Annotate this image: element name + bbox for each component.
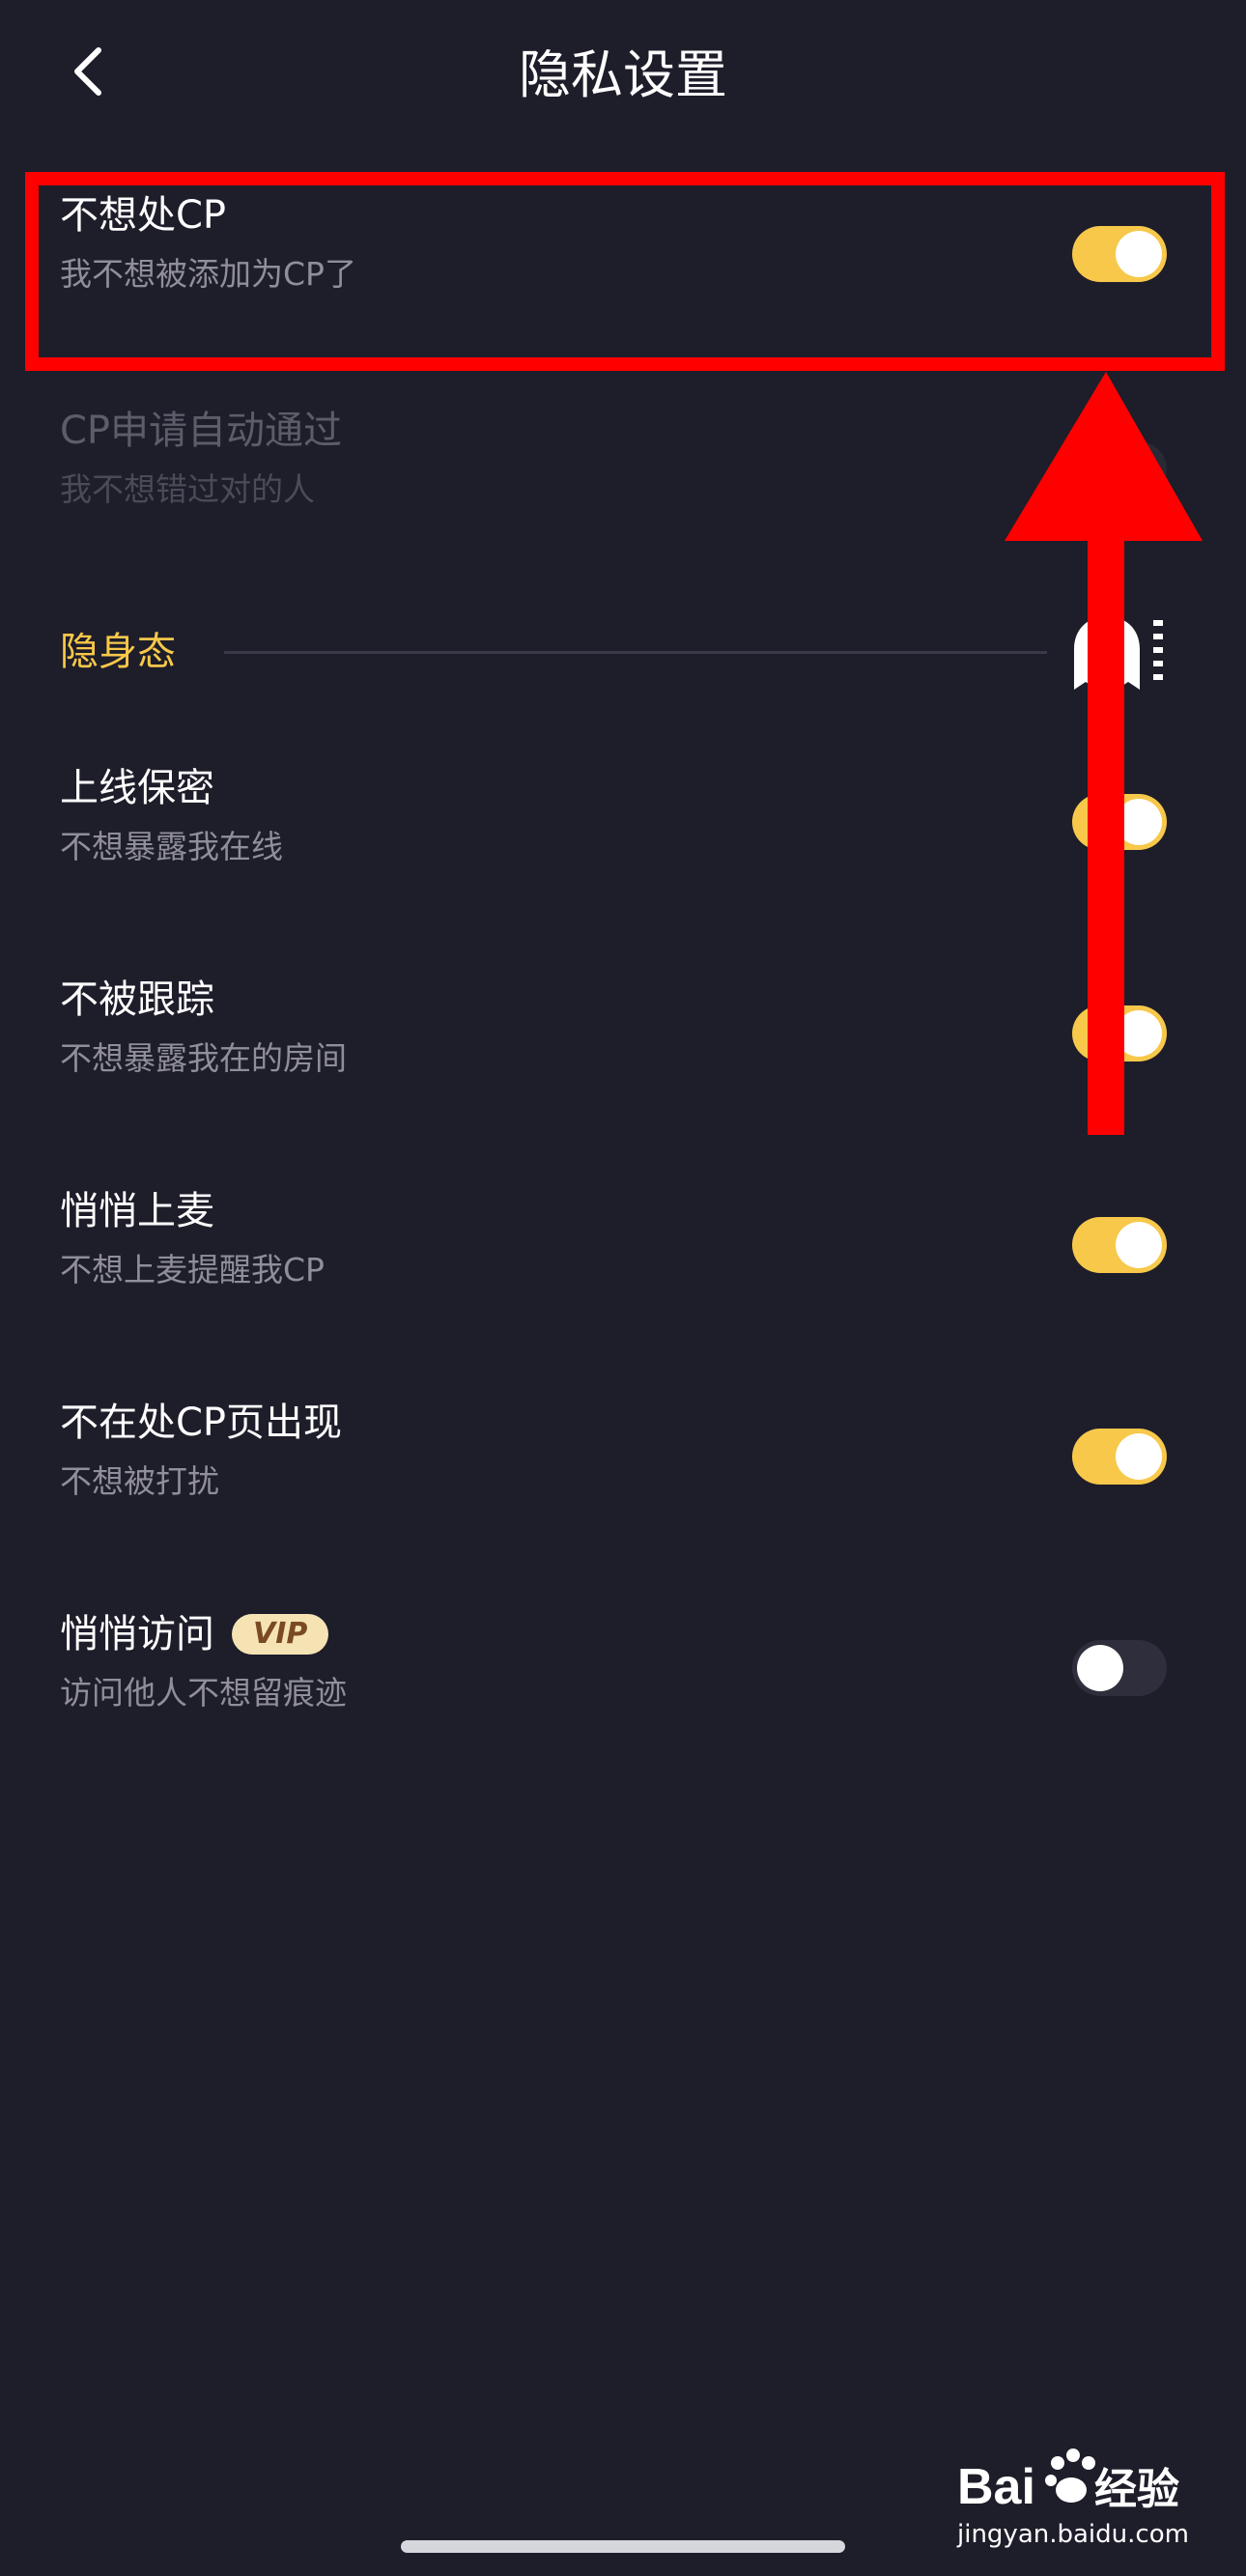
setting-title: 悄悄访问 (60, 1612, 214, 1656)
quiet-mic-toggle[interactable] (1072, 1217, 1167, 1273)
setting-subtitle: 访问他人不想留痕迹 (60, 1674, 347, 1712)
setting-row-quiet-mic: 悄悄上麦 不想上麦提醒我CP (0, 1184, 1246, 1358)
quiet-visit-toggle[interactable] (1072, 1640, 1167, 1696)
home-indicator[interactable] (401, 2540, 845, 2553)
setting-row-hide-from-cp-page: 不在处CP页出现 不想被打扰 (0, 1396, 1246, 1570)
setting-title-wrap: 悄悄访问 VIP (60, 1607, 329, 1661)
setting-title: 不被跟踪 (60, 977, 214, 1022)
setting-title: 悄悄上麦 (60, 1189, 214, 1233)
watermark-brand-suffix: 经验 (1094, 2465, 1179, 2514)
hide-from-cp-page-toggle[interactable] (1072, 1429, 1167, 1485)
setting-row-quiet-visit: 悄悄访问 VIP 访问他人不想留痕迹 (0, 1607, 1246, 1781)
paw-icon (1045, 2449, 1095, 2503)
watermark-brand: Bai (957, 2459, 1035, 2515)
annotation-highlight-box (25, 172, 1225, 371)
toggle-knob (1116, 1433, 1162, 1480)
setting-subtitle: 不想被打扰 (60, 1462, 219, 1500)
setting-subtitle: 不想暴露我在线 (60, 828, 283, 865)
setting-subtitle: 不想暴露我在的房间 (60, 1039, 347, 1077)
page-title: 隐私设置 (519, 44, 727, 105)
setting-title: 不在处CP页出现 (60, 1401, 343, 1445)
vip-badge: VIP (232, 1614, 329, 1655)
setting-subtitle: 不想上麦提醒我CP (60, 1251, 325, 1288)
nav-header: 隐私设置 (0, 0, 1246, 150)
annotation-arrow-up-icon (1005, 372, 1203, 1135)
privacy-settings-screen: 隐私设置 不想处CP 我不想被添加为CP了 CP申请自动通过 我不想错过对的人 … (0, 0, 1246, 2576)
toggle-knob (1116, 1222, 1162, 1268)
setting-title: 上线保密 (60, 766, 214, 810)
watermark-url: jingyan.baidu.com (956, 2520, 1189, 2549)
setting-subtitle: 我不想错过对的人 (60, 470, 315, 508)
section-divider (224, 651, 1047, 654)
section-label: 隐身态 (60, 630, 176, 674)
toggle-knob (1077, 1645, 1123, 1691)
baidu-jingyan-watermark: Bai 经验 jingyan.baidu.com (956, 2449, 1189, 2549)
setting-title: CP申请自动通过 (60, 409, 343, 453)
